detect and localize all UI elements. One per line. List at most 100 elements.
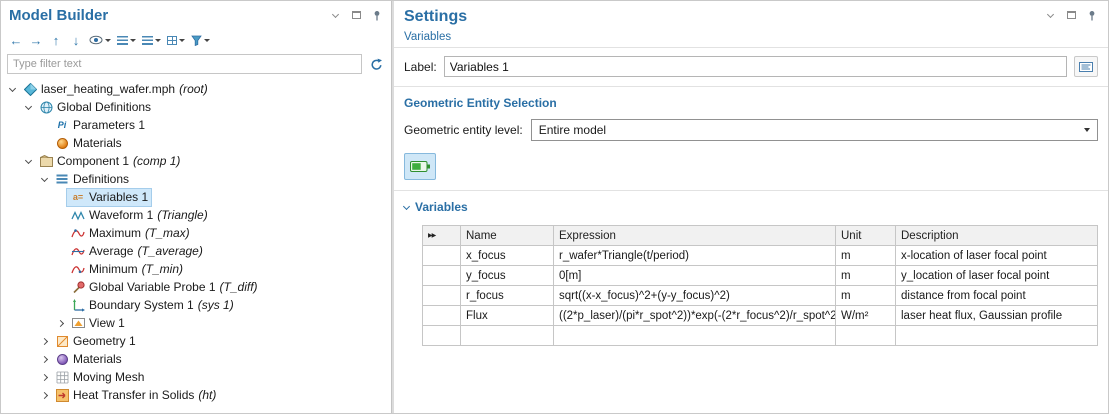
tree-item-minimum[interactable]: Minimum (T_min)	[1, 260, 391, 278]
expression-cell[interactable]: ((2*p_laser)/(pi*r_spot^2))*exp(-(2*r_fo…	[554, 306, 836, 326]
expand-toggle[interactable]	[21, 106, 35, 109]
row-marker-cell[interactable]	[423, 326, 461, 346]
tree-item-average[interactable]: Average (T_average)	[1, 242, 391, 260]
filter-row	[1, 53, 391, 78]
tree-item-boundary-system-1[interactable]: Boundary System 1 (sys 1)	[1, 296, 391, 314]
forward-button[interactable]: →	[27, 31, 45, 50]
node-display-button[interactable]	[165, 31, 187, 50]
waveform-icon	[70, 208, 86, 222]
description-cell[interactable]: x-location of laser focal point	[896, 246, 1098, 266]
filter-input[interactable]	[7, 54, 362, 74]
unit-cell[interactable]: m	[836, 286, 896, 306]
table-row: y_focus 0[m] m y_location of laser focal…	[423, 266, 1098, 286]
tree-item-label: Maximum	[89, 226, 141, 240]
tree-item-component-materials[interactable]: Materials	[1, 350, 391, 368]
unit-cell[interactable]: m	[836, 266, 896, 286]
expand-toggle[interactable]	[5, 88, 19, 91]
refresh-icon[interactable]	[367, 58, 385, 71]
expand-toggle[interactable]	[37, 339, 51, 344]
section-variables[interactable]: Variables	[394, 191, 1108, 219]
expression-cell[interactable]	[554, 326, 836, 346]
tree-item-global-variable-probe-1[interactable]: Global Variable Probe 1 (T_diff)	[1, 278, 391, 296]
tree-item-variables-1[interactable]: a= Variables 1	[1, 188, 391, 206]
tree-item-global-definitions[interactable]: Global Definitions	[1, 98, 391, 116]
show-menu-button[interactable]	[87, 31, 113, 50]
tree-item-heat-transfer-in-solids[interactable]: Heat Transfer in Solids (ht)	[1, 386, 391, 404]
row-marker-header: ▶▶	[423, 226, 461, 246]
description-cell[interactable]	[896, 326, 1098, 346]
label-field-label: Label:	[404, 60, 437, 74]
minimize-panel-icon[interactable]	[1044, 9, 1056, 21]
unit-cell[interactable]: W/m²	[836, 306, 896, 326]
row-marker-cell[interactable]	[423, 286, 461, 306]
entity-level-dropdown[interactable]: Entire model	[531, 119, 1098, 141]
move-up-button[interactable]: ↑	[47, 31, 65, 50]
back-button[interactable]: ←	[7, 31, 25, 50]
float-panel-icon[interactable]	[350, 9, 362, 21]
tree-item-label: Parameters 1	[73, 118, 145, 132]
settings-subtitle: Variables	[404, 31, 1098, 43]
table-row: Flux ((2*p_laser)/(pi*r_spot^2))*exp(-(2…	[423, 306, 1098, 326]
tree-item-parameters-1[interactable]: Pi Parameters 1	[1, 116, 391, 134]
rename-button[interactable]	[1074, 56, 1098, 77]
label-input[interactable]	[444, 56, 1067, 77]
tree-item-global-materials[interactable]: Materials	[1, 134, 391, 152]
minimum-icon	[70, 262, 86, 276]
expression-cell[interactable]: sqrt((x-x_focus)^2+(y-y_focus)^2)	[554, 286, 836, 306]
expression-cell[interactable]: r_wafer*Triangle(t/period)	[554, 246, 836, 266]
unit-cell[interactable]	[836, 326, 896, 346]
expand-toggle[interactable]	[53, 321, 67, 326]
active-selection-toggle[interactable]	[404, 153, 436, 180]
description-cell[interactable]: laser heat flux, Gaussian profile	[896, 306, 1098, 326]
row-marker-cell[interactable]	[423, 246, 461, 266]
tree-item-maximum[interactable]: Maximum (T_max)	[1, 224, 391, 242]
variables-table: ▶▶ Name Expression Unit Description x_fo…	[422, 225, 1098, 346]
unit-cell[interactable]: m	[836, 246, 896, 266]
description-cell[interactable]: distance from focal point	[896, 286, 1098, 306]
minimize-panel-icon[interactable]	[329, 9, 341, 21]
tree-item-root[interactable]: laser_heating_wafer.mph (root)	[1, 80, 391, 98]
pin-panel-icon[interactable]	[1086, 9, 1098, 21]
collapse-all-button[interactable]	[115, 31, 138, 50]
row-marker-cell[interactable]	[423, 266, 461, 286]
tree-item-component-1[interactable]: Component 1 (comp 1)	[1, 152, 391, 170]
heat-transfer-icon	[54, 388, 70, 402]
section-geometric-entity-selection[interactable]: Geometric Entity Selection	[394, 87, 1108, 115]
node-order-button[interactable]	[140, 31, 163, 50]
tree-item-moving-mesh[interactable]: Moving Mesh	[1, 368, 391, 386]
name-cell[interactable]: r_focus	[461, 286, 554, 306]
float-panel-icon[interactable]	[1065, 9, 1077, 21]
active-selection-icon	[410, 160, 431, 173]
description-cell[interactable]: y_location of laser focal point	[896, 266, 1098, 286]
tree-item-label: Waveform 1	[89, 208, 153, 222]
tree-item-suffix: (T_diff)	[220, 280, 258, 294]
name-cell[interactable]: Flux	[461, 306, 554, 326]
tree-item-label: Materials	[73, 352, 122, 366]
settings-header: Settings Variables	[394, 1, 1108, 47]
tree-item-view-1[interactable]: View 1	[1, 314, 391, 332]
tree-item-definitions[interactable]: Definitions	[1, 170, 391, 188]
expand-toggle[interactable]	[37, 178, 51, 181]
name-cell[interactable]	[461, 326, 554, 346]
table-row: x_focus r_wafer*Triangle(t/period) m x-l…	[423, 246, 1098, 266]
expand-toggle[interactable]	[21, 160, 35, 163]
funnel-icon	[191, 35, 202, 46]
component-icon	[38, 154, 54, 168]
name-cell[interactable]: y_focus	[461, 266, 554, 286]
expression-cell[interactable]: 0[m]	[554, 266, 836, 286]
expand-toggle[interactable]	[37, 375, 51, 380]
tree-item-geometry-1[interactable]: Geometry 1	[1, 332, 391, 350]
move-down-button[interactable]: ↓	[67, 31, 85, 50]
variables-icon: a=	[70, 190, 86, 204]
tree-item-waveform-1[interactable]: Waveform 1 (Triangle)	[1, 206, 391, 224]
name-cell[interactable]: x_focus	[461, 246, 554, 266]
model-tree-settings-button[interactable]	[189, 31, 212, 50]
pin-panel-icon[interactable]	[371, 9, 383, 21]
list-icon	[117, 36, 128, 45]
section-title: Variables	[415, 200, 468, 214]
chevron-down-icon	[179, 39, 185, 42]
expand-toggle[interactable]	[37, 357, 51, 362]
row-marker-cell[interactable]	[423, 306, 461, 326]
tree-item-label: Geometry 1	[73, 334, 136, 348]
expand-toggle[interactable]	[37, 393, 51, 398]
